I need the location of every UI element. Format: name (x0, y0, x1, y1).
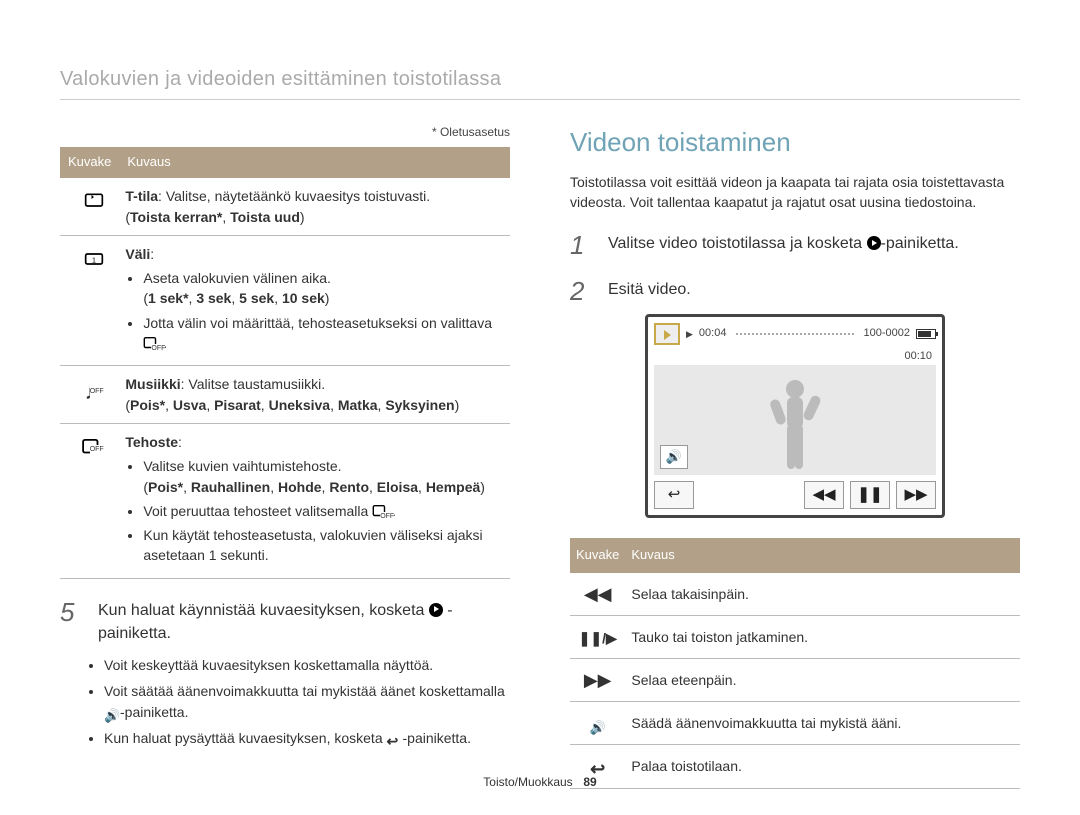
rewind-icon: ◀◀ (584, 584, 612, 604)
music-off-icon: ♪OFF (82, 379, 98, 395)
step-5: 5 Kun haluat käynnistää kuvaesityksen, k… (60, 599, 510, 645)
return-icon-row (590, 756, 606, 772)
effect-desc: Tehoste: Valitse kuvien vaihtumistehoste… (119, 423, 510, 578)
step-2: 2 Esitä video. (570, 278, 1020, 304)
volume-desc: Säädä äänenvoimakkuutta tai mykistä ääni… (625, 702, 1020, 745)
video-player-mock: ▶ 00:04 100-0002 00:10 🔊 ↩ (645, 314, 945, 518)
video-rewind-button[interactable]: ◀◀ (804, 481, 844, 509)
play-icon (867, 236, 881, 250)
step-5-text: Kun haluat käynnistää kuvaesityksen, kos… (98, 599, 510, 645)
step-1-number: 1 (570, 232, 598, 258)
forward-desc: Selaa eteenpäin. (625, 659, 1020, 702)
rewind-desc: Selaa takaisinpäin. (625, 573, 1020, 616)
options-head-icon: Kuvake (60, 147, 119, 178)
section-title: Videon toistaminen (570, 124, 1020, 162)
default-setting-note: * Oletusasetus (60, 124, 510, 141)
page-title: Valokuvien ja videoiden esittäminen tois… (60, 68, 1020, 100)
page-footer: Toisto/Muokkaus 89 (0, 775, 1080, 789)
video-volume-overlay[interactable]: 🔊 (660, 445, 688, 469)
step-5-sub: Voit keskeyttää kuvaesityksen koskettama… (60, 655, 510, 748)
interval-desc: Väli: Aseta valokuvien välinen aika. (1 … (119, 235, 510, 365)
return-icon (387, 731, 403, 747)
effect-off-inline-icon: OFF (143, 336, 159, 352)
controls-table: Kuvake Kuvaus ◀◀ Selaa takaisinpäin. ❚❚/… (570, 538, 1020, 788)
step-2-number: 2 (570, 278, 598, 304)
interval-icon: 1 (82, 249, 98, 265)
options-head-desc: Kuvaus (119, 147, 510, 178)
video-pause-button[interactable]: ❚❚ (850, 481, 890, 509)
video-file-number: 100-0002 (864, 326, 911, 342)
effect-off-icon: OFF (82, 437, 98, 453)
speaker-icon (104, 705, 120, 721)
right-column: Videon toistaminen Toistotilassa voit es… (570, 124, 1020, 789)
effect-off-inline-icon-2: OFF (372, 504, 388, 520)
video-total-time: 00:10 (654, 349, 936, 365)
music-desc: Musiikki: Valitse taustamusiikki. (Pois*… (119, 366, 510, 424)
controls-head-desc: Kuvaus (625, 538, 1020, 573)
video-back-button[interactable]: ↩ (654, 481, 694, 509)
forward-icon: ▶▶ (584, 670, 612, 690)
left-column: * Oletusasetus Kuvake Kuvaus T-tila: Val… (60, 124, 510, 789)
video-silhouette (765, 375, 825, 475)
battery-icon (916, 329, 936, 339)
play-icon (429, 603, 443, 617)
video-forward-button[interactable]: ▶▶ (896, 481, 936, 509)
pause-play-icon: ❚❚/▶ (579, 628, 617, 648)
pauseplay-desc: Tauko tai toiston jatkaminen. (625, 616, 1020, 659)
video-thumbnail-icon (654, 323, 680, 345)
step-1: 1 Valitse video toistotilassa ja kosketa… (570, 232, 1020, 258)
step-2-text: Esitä video. (608, 278, 691, 304)
controls-head-icon: Kuvake (570, 538, 625, 573)
section-intro: Toistotilassa voit esittää videon ja kaa… (570, 172, 1020, 213)
step-5-number: 5 (60, 599, 88, 645)
tmode-desc: T-tila: Valitse, näytetäänkö kuvaesitys … (119, 178, 510, 235)
volume-icon (590, 713, 606, 729)
step-1-text: Valitse video toistotilassa ja kosketa -… (608, 232, 959, 258)
video-elapsed: 00:04 (699, 326, 727, 342)
options-table: Kuvake Kuvaus T-tila: Valitse, näytetään… (60, 147, 510, 578)
svg-text:1: 1 (92, 255, 96, 264)
repeat-icon (82, 191, 98, 207)
